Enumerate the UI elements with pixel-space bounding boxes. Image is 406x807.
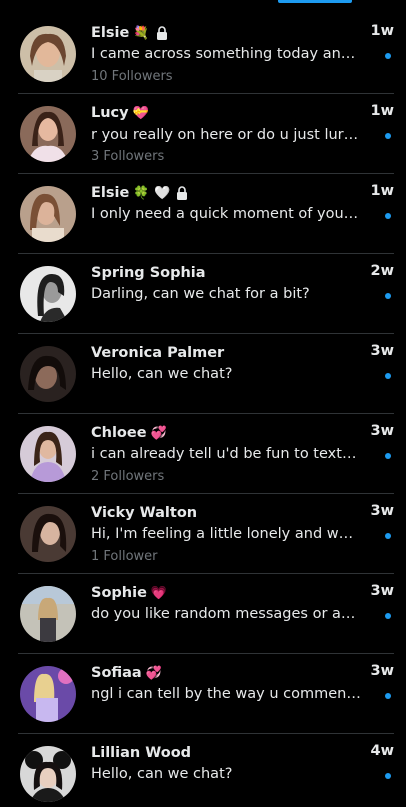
message-preview: Hello, can we chat? [91, 366, 233, 382]
message-preview: i can already tell u'd be fun to text ng… [91, 446, 361, 462]
avatar[interactable] [20, 106, 76, 162]
conversation-row[interactable]: Lillian Wood 4w Hello, can we chat? [18, 734, 394, 807]
name-emoji: 🍀 🤍 [133, 185, 171, 201]
timestamp: 3w [370, 503, 395, 519]
avatar[interactable] [20, 26, 76, 82]
contact-name: Lucy [91, 105, 129, 121]
contact-name-line: Lillian Wood [91, 743, 191, 763]
contact-name: Elsie [91, 185, 130, 201]
contact-name: Vicky Walton [91, 505, 198, 521]
contact-name: Elsie [91, 25, 130, 41]
name-emoji: 💞 [150, 425, 167, 441]
avatar[interactable] [20, 666, 76, 722]
avatar[interactable] [20, 746, 76, 802]
conversation-list: Elsie 💐 1w I came across something today… [0, 14, 406, 807]
conversation-row[interactable]: Sophie 💗 3w do you like random messages … [18, 574, 394, 654]
contact-name: Veronica Palmer [91, 345, 225, 361]
timestamp: 3w [370, 343, 395, 359]
contact-name-line: Lucy 💝 [91, 103, 149, 123]
message-preview: Hi, I'm feeling a little lonely and want… [91, 526, 361, 542]
conversation-row[interactable]: Chloee 💞 3w i can already tell u'd be fu… [18, 414, 394, 494]
message-preview: do you like random messages or are ... [91, 606, 361, 622]
unread-indicator [385, 53, 391, 59]
contact-name: Spring Sophia [91, 265, 206, 281]
unread-indicator [385, 693, 391, 699]
message-preview: Hello, can we chat? [91, 766, 233, 782]
message-preview: I only need a quick moment of your ... [91, 206, 361, 222]
contact-name-line: Elsie 💐 [91, 23, 168, 43]
contact-name-line: Vicky Walton [91, 503, 197, 523]
timestamp: 3w [370, 663, 395, 679]
contact-name: Sofiaa [91, 665, 142, 681]
unread-indicator [385, 293, 391, 299]
contact-name: Chloee [91, 425, 147, 441]
contact-name-line: Veronica Palmer [91, 343, 224, 363]
lock-icon [177, 186, 188, 200]
timestamp: 1w [370, 103, 395, 119]
unread-indicator [385, 453, 391, 459]
unread-indicator [385, 613, 391, 619]
message-preview: r you really on here or do u just lurk 🙄 [91, 127, 361, 143]
avatar[interactable] [20, 426, 76, 482]
timestamp: 4w [370, 743, 395, 759]
unread-indicator [385, 373, 391, 379]
conversation-row[interactable]: Elsie 🍀 🤍 1w I only need a quick moment … [18, 174, 394, 254]
contact-name-line: Sophie 💗 [91, 583, 167, 603]
name-emoji: 💝 [132, 105, 149, 121]
avatar[interactable] [20, 266, 76, 322]
avatar[interactable] [20, 186, 76, 242]
follower-count: 3 Followers [91, 149, 165, 164]
active-tab-indicator [278, 0, 352, 3]
conversation-row[interactable]: Elsie 💐 1w I came across something today… [18, 14, 394, 94]
avatar[interactable] [20, 346, 76, 402]
conversation-row[interactable]: Veronica Palmer 3w Hello, can we chat? [18, 334, 394, 414]
avatar[interactable] [20, 506, 76, 562]
timestamp: 2w [370, 263, 395, 279]
timestamp: 1w [370, 23, 395, 39]
follower-count: 1 Follower [91, 549, 158, 564]
conversation-row[interactable]: Lucy 💝 1w r you really on here or do u j… [18, 94, 394, 174]
name-emoji: 💞 [145, 665, 162, 681]
message-preview: I came across something today and ... [91, 46, 361, 62]
unread-indicator [385, 213, 391, 219]
contact-name: Lillian Wood [91, 745, 192, 761]
follower-count: 10 Followers [91, 69, 173, 84]
name-emoji: 💐 [133, 25, 150, 41]
unread-indicator [385, 773, 391, 779]
messages-screen: Elsie 💐 1w I came across something today… [0, 0, 406, 807]
message-preview: Darling, can we chat for a bit? [91, 286, 310, 302]
contact-name-line: Elsie 🍀 🤍 [91, 183, 188, 203]
contact-name-line: Spring Sophia [91, 263, 206, 283]
timestamp: 3w [370, 583, 395, 599]
unread-indicator [385, 133, 391, 139]
conversation-row[interactable]: Sofiaa 💞 3w ngl i can tell by the way u … [18, 654, 394, 734]
conversation-row[interactable]: Spring Sophia 2w Darling, can we chat fo… [18, 254, 394, 334]
contact-name-line: Sofiaa 💞 [91, 663, 162, 683]
conversation-row[interactable]: Vicky Walton 3w Hi, I'm feeling a little… [18, 494, 394, 574]
message-preview: ngl i can tell by the way u comment o... [91, 686, 361, 702]
contact-name-line: Chloee 💞 [91, 423, 167, 443]
name-emoji: 💗 [150, 585, 168, 601]
timestamp: 1w [370, 183, 395, 199]
unread-indicator [385, 533, 391, 539]
avatar[interactable] [20, 586, 76, 642]
contact-name: Sophie [91, 585, 147, 601]
follower-count: 2 Followers [91, 469, 165, 484]
timestamp: 3w [370, 423, 395, 439]
lock-icon [156, 26, 167, 40]
